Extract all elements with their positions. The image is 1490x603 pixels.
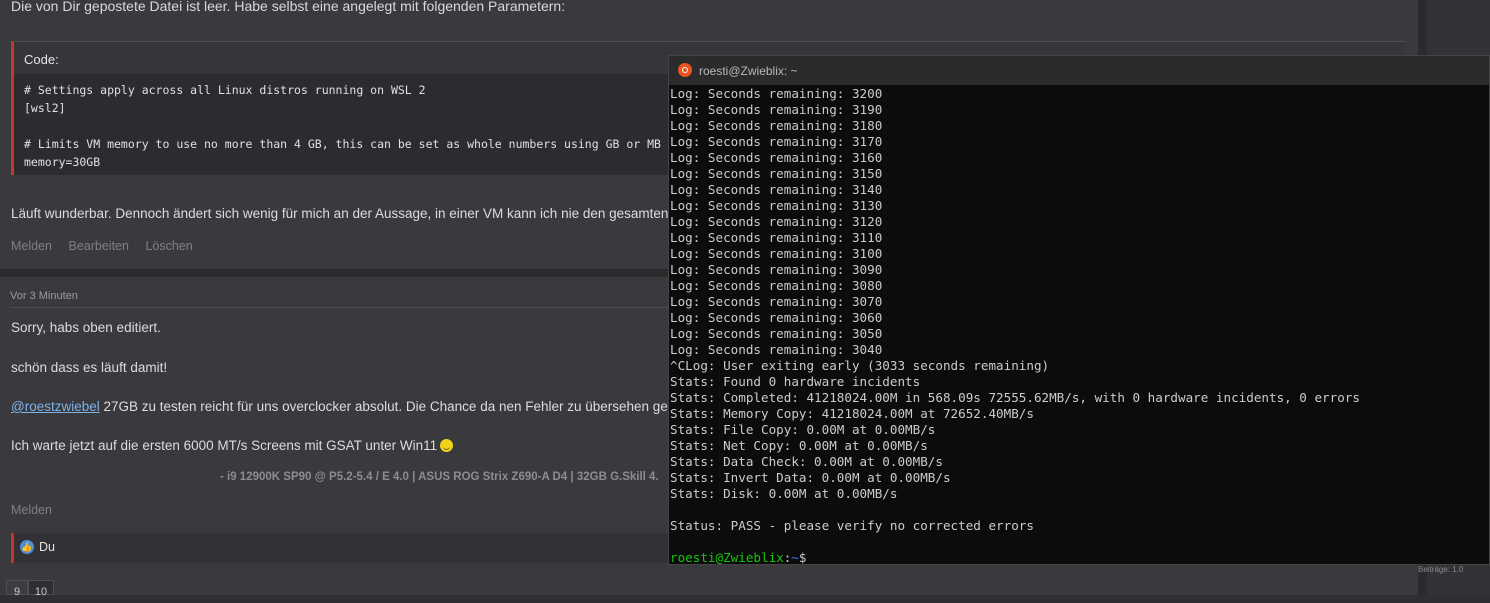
edit-button[interactable]: Bearbeiten (68, 239, 128, 253)
pagination: 9 10 (6, 580, 54, 598)
page-button[interactable]: 10 (28, 580, 54, 598)
terminal-line: Log: Seconds remaining: 3060 (670, 310, 883, 325)
ubuntu-icon (678, 63, 692, 77)
terminal-line: Stats: Net Copy: 0.00M at 0.00MB/s (670, 438, 928, 453)
smiley-icon (440, 439, 454, 452)
terminal-line: Stats: Invert Data: 0.00M at 0.00MB/s (670, 470, 951, 485)
prompt-path: ~ (791, 550, 799, 565)
terminal-line: Log: Seconds remaining: 3140 (670, 182, 883, 197)
terminal-line: Log: Seconds remaining: 3040 (670, 342, 883, 357)
post-text-line: Sorry, habs oben editiert. (11, 320, 161, 335)
sidebar-stat-text: Beiträge: 1.0 (1418, 565, 1464, 574)
post-intro-text: Die von Dir gepostete Datei ist leer. Ha… (11, 0, 566, 14)
terminal-line: Log: Seconds remaining: 3080 (670, 278, 883, 293)
terminal-line: Log: Seconds remaining: 3150 (670, 166, 883, 181)
terminal-line: Log: Seconds remaining: 3090 (670, 262, 883, 277)
terminal-line: Log: Seconds remaining: 3110 (670, 230, 883, 245)
delete-button[interactable]: Löschen (145, 239, 192, 253)
terminal-line: Stats: Disk: 0.00M at 0.00MB/s (670, 486, 898, 501)
terminal-line: Log: Seconds remaining: 3200 (670, 86, 883, 101)
terminal-title: roesti@Zwieblix: ~ (699, 64, 798, 78)
terminal-line: Status: PASS - please verify no correcte… (670, 518, 1034, 533)
terminal-line: Stats: File Copy: 0.00M at 0.00MB/s (670, 422, 936, 437)
post-text-line: Ich warte jetzt auf die ersten 6000 MT/s… (11, 438, 454, 453)
code-line: # Limits VM memory to use no more than 4… (24, 137, 661, 151)
terminal-line: Stats: Memory Copy: 41218024.00M at 7265… (670, 406, 1034, 421)
terminal-line: Log: Seconds remaining: 3190 (670, 102, 883, 117)
post-timestamp[interactable]: Vor 3 Minuten (10, 290, 78, 302)
terminal-line: Stats: Data Check: 0.00M at 0.00MB/s (670, 454, 943, 469)
terminal-window[interactable]: roesti@Zwieblix: ~ Log: Seconds remainin… (668, 55, 1490, 565)
terminal-line: Log: Seconds remaining: 3100 (670, 246, 883, 261)
report-button[interactable]: Melden (11, 239, 52, 253)
terminal-line: Log: Seconds remaining: 3170 (670, 134, 883, 149)
terminal-line: Log: Seconds remaining: 3070 (670, 294, 883, 309)
post-text: Läuft wunderbar. Dennoch ändert sich wen… (11, 206, 669, 221)
post-actions: Melden Bearbeiten Löschen (11, 239, 206, 253)
terminal-titlebar[interactable]: roesti@Zwieblix: ~ (669, 56, 1489, 85)
report-button[interactable]: Melden (11, 503, 52, 517)
post-text-line: @roestzwiebel 27GB zu testen reicht für … (11, 399, 668, 414)
terminal-line: Log: Seconds remaining: 3130 (670, 198, 883, 213)
post-text-line: schön dass es läuft damit! (11, 360, 168, 375)
page-button[interactable]: 9 (6, 580, 28, 598)
terminal-line: Log: Seconds remaining: 3050 (670, 326, 883, 341)
code-line: [wsl2] (24, 101, 66, 115)
code-line: # Settings apply across all Linux distro… (24, 83, 426, 97)
user-mention-link[interactable]: @roestzwiebel (11, 399, 100, 414)
prompt-symbol: $ (798, 550, 807, 565)
post-text: Ich warte jetzt auf die ersten 6000 MT/s… (11, 438, 438, 453)
terminal-line: Log: Seconds remaining: 3180 (670, 118, 883, 133)
terminal-line: Stats: Found 0 hardware incidents (670, 374, 921, 389)
code-line: memory=30GB (24, 155, 101, 169)
terminal-line: Stats: Completed: 41218024.00M in 568.09… (670, 390, 1360, 405)
post-text-rest: 27GB zu testen reicht für uns overclocke… (99, 399, 668, 414)
thumbs-up-icon: 👍 (20, 540, 34, 554)
terminal-line: Log: Seconds remaining: 3120 (670, 214, 883, 229)
code-title: Code: (24, 52, 59, 67)
user-signature: - i9 12900K SP90 @ P5.2-5.4 / E 4.0 | AS… (220, 471, 659, 483)
terminal-output[interactable]: Log: Seconds remaining: 3200 Log: Seconds… (670, 86, 1360, 566)
terminal-line: ^CLog: User exiting early (3033 seconds … (670, 358, 1050, 373)
terminal-line: Log: Seconds remaining: 3160 (670, 150, 883, 165)
terminal-prompt[interactable]: roesti@Zwieblix:~$ (670, 550, 1360, 566)
reaction-user[interactable]: Du (39, 540, 55, 554)
prompt-user: roesti@Zwieblix (670, 550, 784, 565)
